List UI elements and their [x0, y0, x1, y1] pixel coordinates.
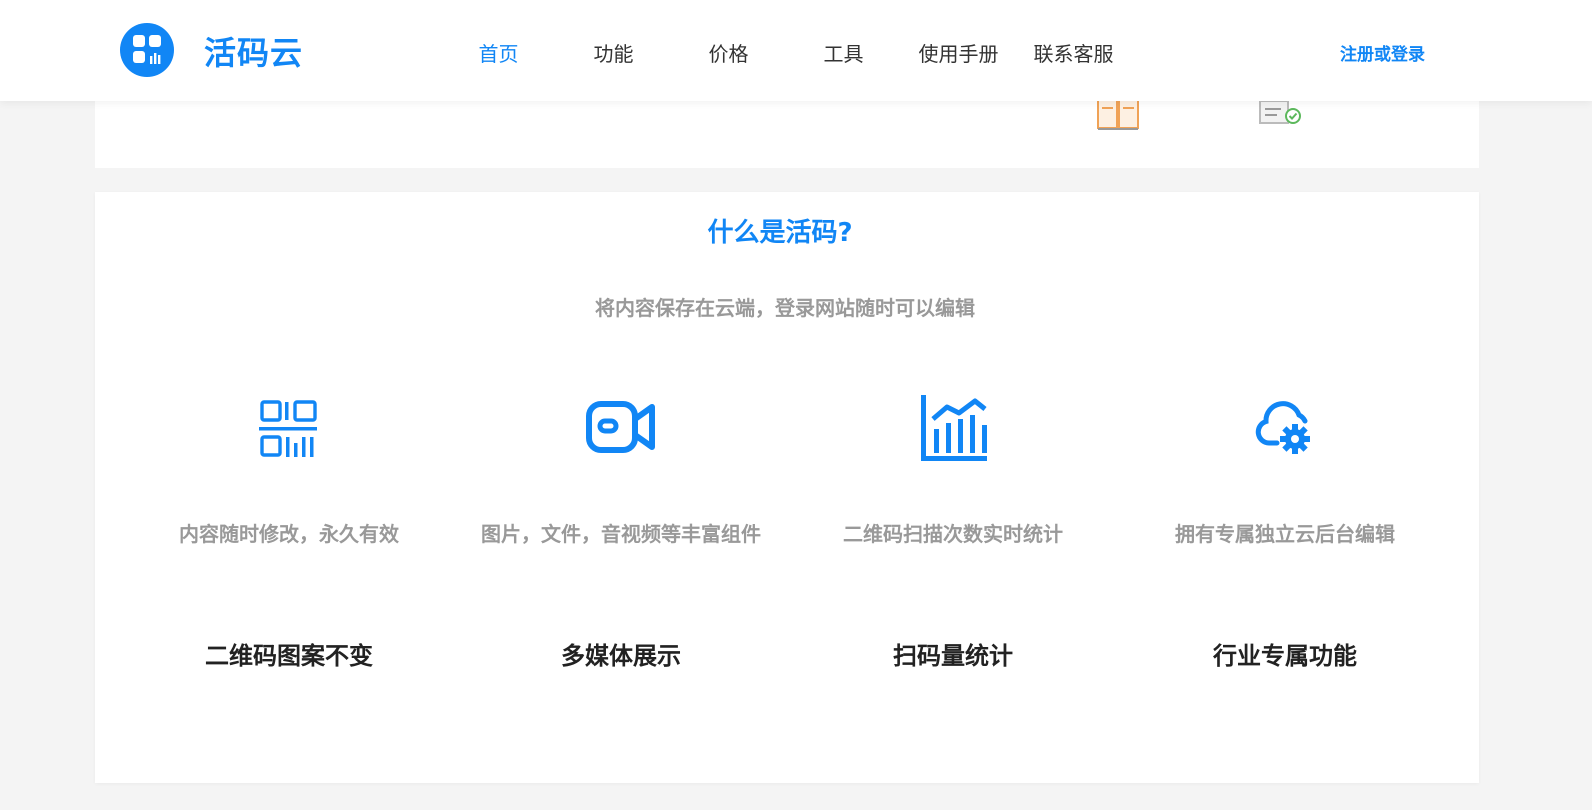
cloud-settings-icon — [1255, 401, 1310, 454]
brand-name[interactable]: 活码云 — [204, 28, 303, 74]
logo-icon[interactable] — [120, 23, 174, 77]
book-icon — [1097, 99, 1139, 130]
checklist-icon — [1259, 100, 1301, 124]
nav-tools[interactable]: 工具 — [786, 38, 901, 67]
feature-title: 多媒体展示 — [561, 642, 681, 670]
nav-features[interactable]: 功能 — [556, 38, 671, 67]
video-camera-icon — [586, 401, 655, 453]
feature-description: 拥有专属独立云后台编辑 — [1175, 522, 1395, 546]
top-navbar: 活码云 首页 功能 价格 工具 使用手册 联系客服 注册或登录 — [0, 0, 1592, 101]
register-login-link[interactable]: 注册或登录 — [1340, 40, 1425, 65]
bar-chart-icon — [921, 395, 987, 461]
feature-description: 二维码扫描次数实时统计 — [843, 522, 1063, 546]
qr-code-icon — [259, 400, 317, 457]
what-is-live-code-card — [95, 192, 1479, 783]
feature-title: 行业专属功能 — [1213, 642, 1357, 670]
nav-manual[interactable]: 使用手册 — [901, 38, 1016, 67]
nav-contact[interactable]: 联系客服 — [1016, 38, 1131, 67]
feature-description: 图片，文件，音视频等丰富组件 — [481, 522, 761, 546]
nav-home[interactable]: 首页 — [441, 38, 556, 67]
section-title: 什么是活码? — [707, 218, 853, 248]
section-subtitle: 将内容保存在云端，登录网站随时可以编辑 — [595, 296, 975, 320]
feature-description: 内容随时修改，永久有效 — [179, 522, 399, 546]
nav-pricing[interactable]: 价格 — [671, 38, 786, 67]
feature-title: 扫码量统计 — [893, 642, 1013, 670]
feature-title: 二维码图案不变 — [205, 642, 373, 670]
